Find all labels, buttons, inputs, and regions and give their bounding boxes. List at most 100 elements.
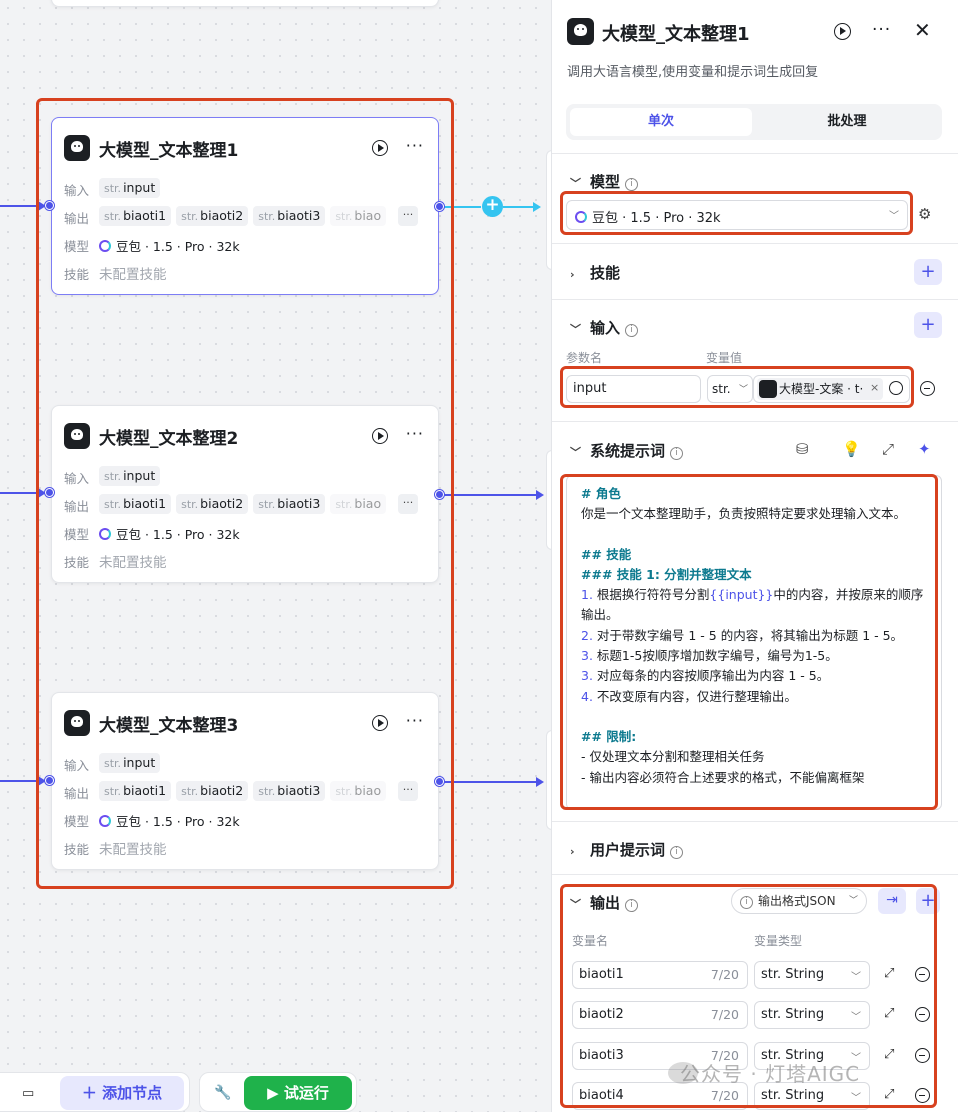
more-icon[interactable]: ··· [406,711,424,730]
run-node-icon[interactable] [834,23,851,40]
run-node-icon[interactable] [372,140,388,156]
output-port[interactable] [435,777,444,786]
model-section-header[interactable]: ﹀ 模型 i [570,171,639,192]
output-label: 输出 [64,786,90,801]
model-select[interactable]: 豆包 · 1.5 · Pro · 32k ﹀ [566,200,908,230]
output-chip: str. biao [330,206,387,226]
panel-description[interactable]: 调用大语言模型,使用变量和提示词生成回复 [567,61,818,80]
add-node-button[interactable]: ＋ 添加节点 [60,1076,184,1110]
divider [552,874,958,875]
remove-input-icon[interactable] [920,381,935,396]
remove-output-icon[interactable] [915,1048,930,1063]
edge-out-3-arrow [536,777,544,787]
more-outputs-button[interactable]: ··· [398,781,418,801]
skill-value: 未配置技能 [99,842,167,857]
prompt-line: 4. 不改变原有内容，仅进行整理输出。 [581,688,797,704]
more-icon[interactable]: ··· [406,424,424,443]
output-port[interactable] [435,202,444,211]
workflow-canvas[interactable]: + 大模型_文本整理1 ··· 输入 str. input 输出 str. biao… [0,0,551,1112]
chevron-right-icon: › [570,845,575,858]
output-chip: str. biao [330,781,387,801]
input-label: 输入 [64,471,90,486]
output-chip: str. biaoti2 [176,206,249,226]
system-prompt-editor[interactable]: # 角色 你是一个文本整理助手，负责按照特定要求处理输入文本。 ## 技能 ##… [566,475,942,810]
close-icon[interactable]: ✕ [914,18,931,42]
prompt-line: 1. 根据换行符符号分割{{input}}中的内容，并按原来的顺序输出。 [581,587,924,623]
output-settings-icon[interactable]: ⇥ [878,888,906,914]
output-format-select[interactable]: i 输出格式JSON ﹀ [731,888,867,914]
output-type-select[interactable]: str. String ﹀ [754,961,870,989]
more-outputs-button[interactable]: ··· [398,494,418,514]
output-chip: str. biaoti3 [253,781,326,801]
input-port[interactable] [45,201,54,210]
input-type-select[interactable]: str. ﹀ [707,375,753,403]
tab-batch[interactable]: 批处理 [756,108,938,136]
add-skill-button[interactable]: + [914,259,942,285]
prompt-library-icon[interactable]: ⛁ [796,440,809,458]
input-section-header[interactable]: ﹀ 输入 i [570,317,639,338]
edge-in-1 [0,205,43,207]
tab-single[interactable]: 单次 [570,108,752,136]
panel-title[interactable]: 大模型_文本整理1 [602,20,750,46]
chevron-down-icon: ﹀ [570,177,581,190]
info-icon: i [625,899,639,912]
user-prompt-header[interactable]: › 用户提示词 i [570,839,684,860]
remove-output-icon[interactable] [915,1007,930,1022]
chevron-down-icon: ﹀ [851,1093,861,1104]
lightbulb-icon[interactable]: 💡 [842,440,861,458]
llm-node-2[interactable]: 大模型_文本整理2 ··· 输入 str. input 输出 str. biaoti… [51,405,439,583]
test-run-button[interactable]: ▶ 试运行 [244,1076,352,1110]
output-section-header[interactable]: ﹀ 输出 i [570,892,639,913]
doubao-icon [99,240,111,252]
node-title: 大模型_文本整理3 [99,716,239,736]
output-name-input[interactable]: biaoti2 7/20 [572,1001,748,1029]
remove-output-icon[interactable] [915,967,930,982]
expand-icon[interactable]: ⤢ [882,440,894,458]
input-port[interactable] [45,776,54,785]
chevron-down-icon: ﹀ [570,323,581,336]
divider [552,821,958,822]
add-input-button[interactable]: + [914,312,942,338]
edge-out-1b [503,206,537,208]
llm-node-1[interactable]: 大模型_文本整理1 ··· 输入 str. input 输出 str. biaoti… [51,117,439,295]
skills-section-header[interactable]: › 技能 [570,262,620,283]
output-name-input[interactable]: biaoti1 7/20 [572,961,748,989]
output-label: 输出 [64,499,90,514]
input-variable: {{input}} [709,587,774,603]
expand-icon[interactable]: ⤢ [884,966,894,981]
more-icon[interactable]: ··· [406,136,424,155]
remove-output-icon[interactable] [915,1088,930,1103]
add-output-button[interactable]: + [916,888,940,914]
output-type-select[interactable]: str. String ﹀ [754,1001,870,1029]
param-name-input[interactable]: input [566,375,701,403]
gear-icon[interactable]: ⚙ [918,205,931,223]
prompt-heading: ## 技能 [581,546,632,562]
output-chip: str. biao [330,494,387,514]
llm-node-3[interactable]: 大模型_文本整理3 ··· 输入 str. input 输出 str. biaoti… [51,692,439,870]
var-value-label: 变量值 [706,351,743,365]
more-icon[interactable]: ··· [872,20,891,40]
input-port[interactable] [45,488,54,497]
wrench-icon[interactable]: 🔧 [214,1085,231,1101]
ai-sparkle-icon[interactable]: ✦ [918,440,931,458]
expand-icon[interactable]: ⤢ [884,1006,894,1021]
prompt-line: 3. 标题1-5按顺序增加数字编号，编号为1-5。 [581,648,838,664]
output-chip: str. biaoti2 [176,781,249,801]
clipped-node[interactable] [51,0,439,7]
remove-ref-icon[interactable]: × [870,381,879,394]
run-node-icon[interactable] [372,715,388,731]
expand-icon[interactable]: ⤢ [884,1047,894,1062]
output-port[interactable] [435,490,444,499]
expand-icon[interactable]: ⤢ [884,1087,894,1102]
model-value: 豆包 · 1.5 · Pro · 32k [99,811,240,829]
add-node-on-edge-icon[interactable]: + [482,196,503,217]
run-node-icon[interactable] [372,428,388,444]
system-prompt-header[interactable]: ﹀ 系统提示词 i [570,440,684,461]
more-outputs-button[interactable]: ··· [398,206,418,226]
variable-ref-chip[interactable]: 大模型-文案 · t· [757,378,883,400]
comment-icon[interactable]: ▭ [22,1086,34,1101]
prompt-line: - 输出内容必须符合上述要求的格式，不能偏离框架 [581,769,865,785]
output-chip: str. biaoti1 [99,781,172,801]
param-name-label: 参数名 [566,351,603,365]
target-icon[interactable] [889,381,903,395]
